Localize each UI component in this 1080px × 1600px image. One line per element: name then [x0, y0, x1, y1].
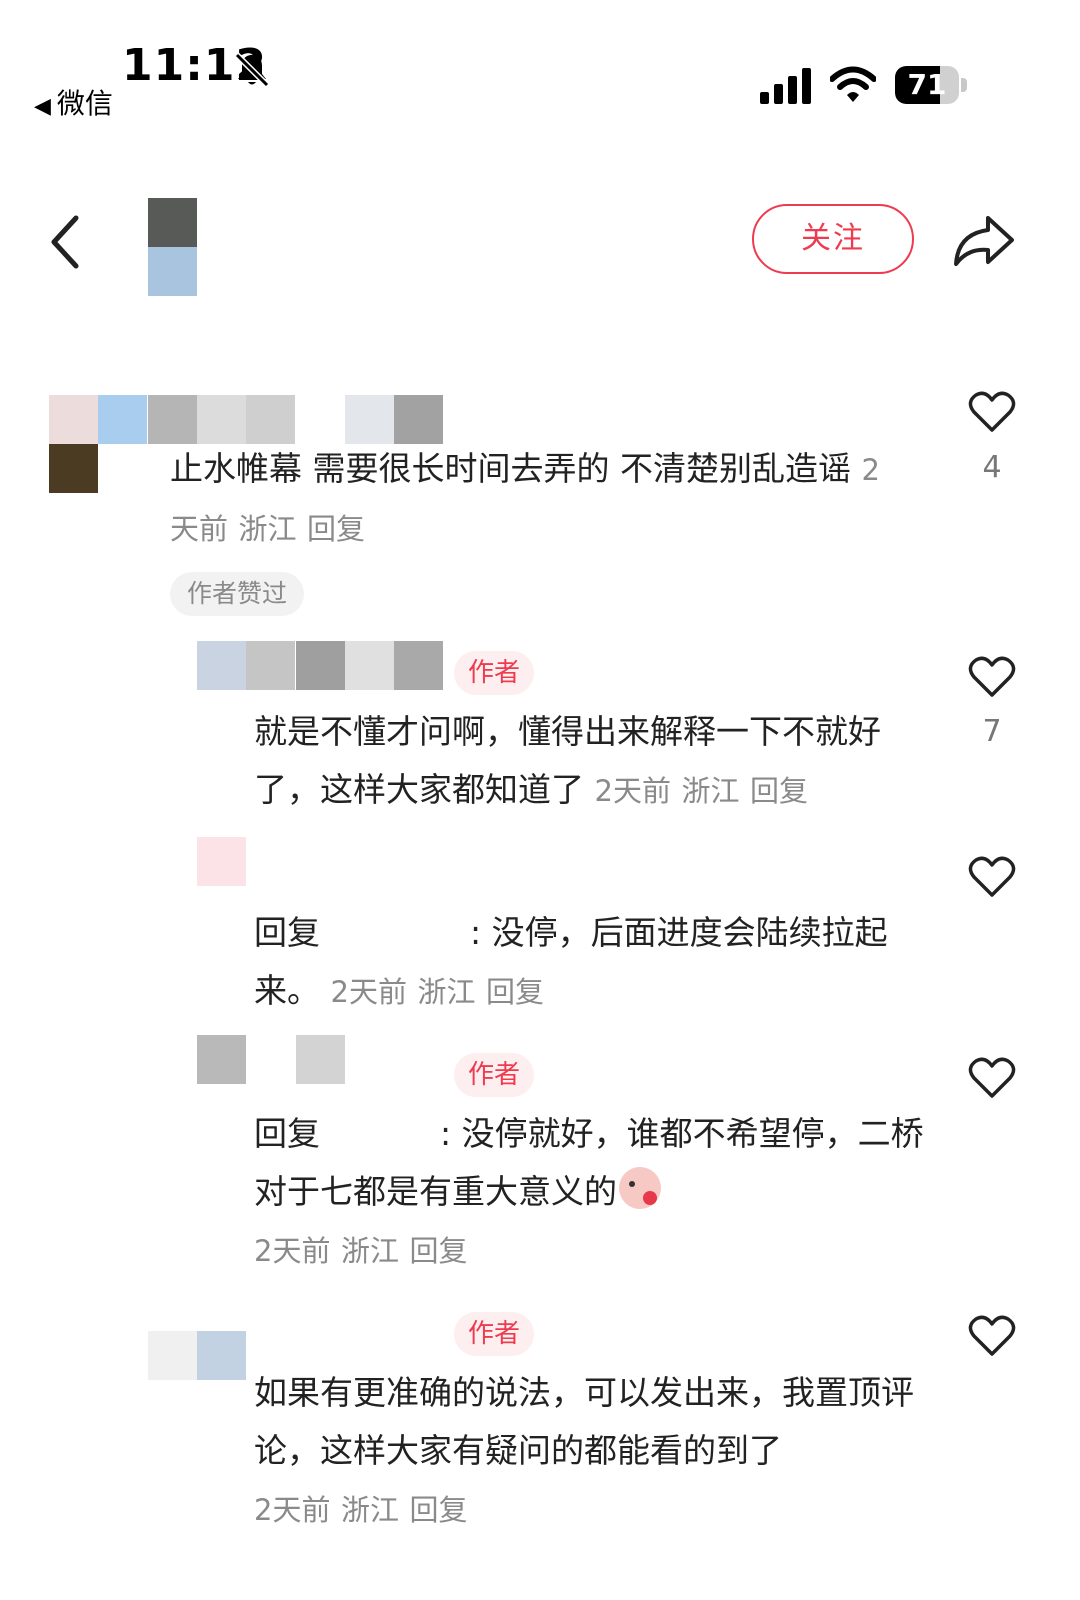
reply-body: 如果有更准确的说法，可以发出来，我置顶评论，这样大家有疑问的都能看的到了 2天前… — [254, 1364, 924, 1539]
author-tag: 作者 — [454, 651, 534, 695]
back-to-app-link[interactable]: ◀ 微信 — [34, 86, 113, 125]
reply-time: 2天前 — [594, 774, 671, 808]
reply-body: 就是不懂才问啊，懂得出来解释一下不就好了，这样大家都知道了 2天前 浙江 回复 — [254, 703, 924, 820]
author-liked-badge: 作者赞过 — [170, 572, 304, 616]
comment-text: 止水帷幕 需要很长时间去弄的 不清楚别乱造谣 — [170, 449, 851, 488]
reply-link[interactable]: 回复 — [409, 1493, 467, 1527]
cellular-signal-icon — [760, 68, 811, 104]
reply-link[interactable]: 回复 — [750, 774, 808, 808]
chevron-left-icon[interactable] — [44, 212, 88, 272]
heart-outline-icon[interactable] — [968, 390, 1016, 434]
reply-time: 2天前 — [254, 1493, 331, 1527]
like-count: 4 — [982, 450, 1002, 485]
wifi-icon — [830, 66, 876, 102]
comment-location: 浙江 — [238, 512, 297, 546]
battery-percent: 71 — [907, 68, 947, 101]
heart-outline-icon[interactable] — [968, 1314, 1016, 1358]
like-count: 7 — [982, 714, 1002, 749]
reply-time: 2天前 — [254, 1234, 331, 1268]
reply-time: 2天前 — [330, 975, 407, 1009]
reply-link[interactable]: 回复 — [409, 1234, 467, 1268]
reply-link[interactable]: 回复 — [307, 512, 365, 546]
back-triangle-icon: ◀ — [34, 94, 51, 119]
share-arrow-icon[interactable] — [950, 210, 1016, 270]
heart-outline-icon[interactable] — [968, 855, 1016, 899]
reply-prefix: 回复 — [254, 913, 320, 952]
author-tag: 作者 — [454, 1053, 534, 1097]
reply-location: 浙江 — [417, 975, 476, 1009]
heart-outline-icon[interactable] — [968, 1056, 1016, 1100]
comment-body: 止水帷幕 需要很长时间去弄的 不清楚别乱造谣 2天前 浙江 回复 — [170, 440, 900, 558]
reply-location: 浙江 — [340, 1493, 399, 1527]
reply-prefix: 回复 — [254, 1114, 320, 1153]
follow-button[interactable]: 关注 — [752, 204, 914, 274]
reply-text: : 没停就好，谁都不希望停，二桥对于七都是有重大意义的 — [254, 1114, 924, 1211]
reply-body: 回复: 没停，后面进度会陆续拉起来。 2天前 浙江 回复 — [254, 904, 924, 1021]
reply-location: 浙江 — [340, 1234, 399, 1268]
reply-body: 回复: 没停就好，谁都不希望停，二桥对于七都是有重大意义的 2天前 浙江 回复 — [254, 1105, 924, 1280]
blushing-face-emoji-icon — [619, 1167, 661, 1209]
reply-link[interactable]: 回复 — [486, 975, 544, 1009]
battery-indicator: 71 — [895, 66, 969, 104]
back-app-label: 微信 — [56, 87, 113, 120]
author-tag: 作者 — [454, 1312, 534, 1356]
bell-slash-icon — [234, 52, 270, 88]
reply-text: 如果有更准确的说法，可以发出来，我置顶评论，这样大家有疑问的都能看的到了 — [254, 1373, 914, 1470]
heart-outline-icon[interactable] — [968, 655, 1016, 699]
author-avatar[interactable] — [148, 198, 197, 296]
reply-location: 浙江 — [681, 774, 740, 808]
